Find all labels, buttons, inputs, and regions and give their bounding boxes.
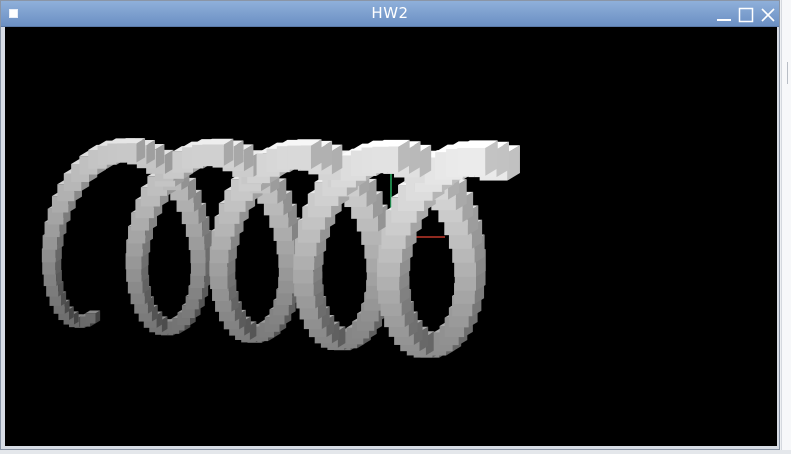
cube [117,138,146,163]
edge-divider [787,62,788,84]
app-window: HW2 [0,0,780,450]
render-viewport[interactable] [5,27,777,446]
cube [457,140,498,176]
desktop-bottom-edge [0,450,791,454]
cube [287,139,322,170]
minimize-icon[interactable] [716,7,732,23]
helix-cubes-scene [41,138,520,358]
title-bar[interactable]: HW2 [1,1,779,27]
desktop-edge [781,0,791,454]
cube [372,139,410,173]
cube [85,310,101,324]
close-icon[interactable] [760,7,776,23]
window-title: HW2 [371,4,409,22]
maximize-icon[interactable] [738,7,754,23]
cube [202,138,234,166]
